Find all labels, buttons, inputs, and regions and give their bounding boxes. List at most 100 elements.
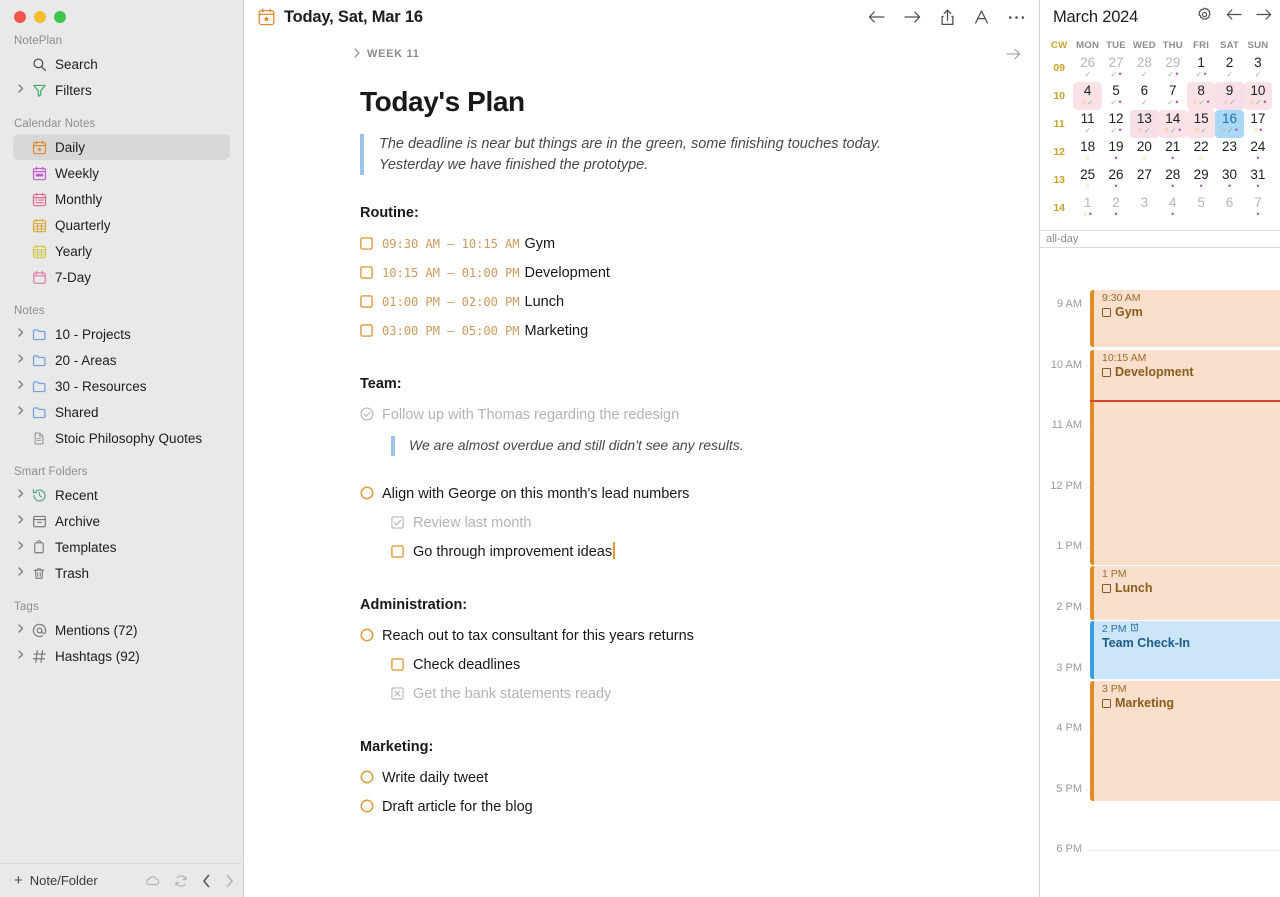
task-checkbox-open[interactable]: [360, 232, 373, 261]
calendar-day-cell[interactable]: 2✓: [1215, 54, 1243, 82]
calendar-day-cell[interactable]: 1✓•: [1187, 54, 1215, 82]
calendar-day[interactable]: 26✓: [1073, 54, 1101, 82]
task-marker[interactable]: [360, 290, 382, 319]
calendar-event[interactable]: 9:30 AMGym: [1090, 290, 1280, 347]
new-note-folder-button[interactable]: Note/Folder: [30, 873, 98, 888]
calendar-day[interactable]: 21•: [1159, 138, 1187, 166]
sidebar-item-20-areas[interactable]: 20 - Areas: [13, 347, 230, 373]
task-item[interactable]: Write daily tweet: [360, 764, 1039, 793]
calendar-day-cell[interactable]: 18○: [1073, 138, 1101, 166]
calendar-day-cell[interactable]: 28✓: [1130, 54, 1158, 82]
sidebar-item-recent[interactable]: Recent: [13, 482, 230, 508]
task-marker[interactable]: [360, 482, 382, 511]
event-checkbox[interactable]: [1102, 368, 1111, 377]
task-item[interactable]: 10:15 AM – 01:00 PMDevelopment: [360, 259, 1039, 288]
sidebar-item-10-projects[interactable]: 10 - Projects: [13, 321, 230, 347]
back-arrow-icon[interactable]: [868, 10, 885, 24]
note-body[interactable]: Today's Plan The deadline is near but th…: [244, 64, 1039, 852]
close-button[interactable]: [14, 11, 26, 23]
calendar-week-number[interactable]: 09: [1045, 54, 1073, 82]
calendar-day-cell[interactable]: 14○✓•: [1159, 110, 1187, 138]
calendar-day[interactable]: 9○✓: [1215, 82, 1243, 110]
calendar-day[interactable]: 28•: [1159, 166, 1187, 194]
mini-calendar[interactable]: CWMONTUEWEDTHUFRISATSUN 0926✓27✓•28✓29✓•…: [1040, 34, 1280, 222]
calendar-day-cell[interactable]: 24•: [1244, 138, 1272, 166]
task-marker[interactable]: [391, 682, 413, 711]
calendar-day-cell[interactable]: 3: [1130, 194, 1158, 222]
task-circle-checked[interactable]: [360, 403, 374, 432]
calendar-day-cell[interactable]: 29•: [1187, 166, 1215, 194]
task-item[interactable]: Draft article for the blog: [360, 793, 1039, 822]
calendar-week-number[interactable]: 10: [1045, 82, 1073, 110]
calendar-day-cell[interactable]: 28•: [1159, 166, 1187, 194]
chevron-right-icon[interactable]: [13, 380, 29, 392]
chevron-right-icon[interactable]: [13, 650, 29, 662]
event-checkbox[interactable]: [1102, 308, 1111, 317]
calendar-day-cell[interactable]: 29✓•: [1159, 54, 1187, 82]
calendar-day-cell[interactable]: 4•: [1159, 194, 1187, 222]
calendar-day[interactable]: 1✓•: [1187, 54, 1215, 82]
calendar-day[interactable]: 2•: [1102, 194, 1130, 222]
task-checkbox-open[interactable]: [360, 261, 373, 290]
add-icon[interactable]: +: [14, 872, 23, 889]
calendar-day[interactable]: 8○✓•: [1187, 82, 1215, 110]
calendar-day[interactable]: 13○✓: [1130, 110, 1158, 138]
calendar-day-cell[interactable]: 27: [1130, 166, 1158, 194]
calendar-day[interactable]: 2✓: [1215, 54, 1243, 82]
prev-month-icon[interactable]: [1226, 8, 1242, 26]
task-item[interactable]: Go through improvement ideas: [360, 538, 1039, 567]
event-checkbox[interactable]: [1102, 699, 1111, 708]
calendar-week-number[interactable]: 13: [1045, 166, 1073, 194]
sidebar-item-templates[interactable]: Templates: [13, 534, 230, 560]
calendar-day[interactable]: 6✓: [1130, 82, 1158, 110]
sidebar-item-30-resources[interactable]: 30 - Resources: [13, 373, 230, 399]
calendar-day-cell[interactable]: 15○✓: [1187, 110, 1215, 138]
calendar-day[interactable]: 31•: [1244, 166, 1272, 194]
sync-icon[interactable]: [174, 874, 188, 888]
calendar-day[interactable]: 27: [1130, 166, 1158, 194]
day-timeline[interactable]: 9 AM10 AM11 AM12 PM1 PM2 PM3 PM4 PM5 PM6…: [1040, 248, 1280, 897]
task-marker[interactable]: [391, 540, 413, 569]
calendar-day[interactable]: 7•: [1244, 194, 1272, 222]
task-circle-open[interactable]: [360, 795, 374, 824]
gear-icon[interactable]: [1197, 7, 1212, 27]
calendar-day-cell[interactable]: 5✓•: [1102, 82, 1130, 110]
window-controls[interactable]: [0, 0, 243, 23]
sidebar-item-hashtags-92[interactable]: Hashtags (92): [13, 643, 230, 669]
task-circle-open[interactable]: [360, 624, 374, 653]
calendar-week-number[interactable]: 14: [1045, 194, 1073, 222]
calendar-day[interactable]: 1○•: [1073, 194, 1101, 222]
next-month-icon[interactable]: [1256, 8, 1272, 26]
task-marker[interactable]: [360, 232, 382, 261]
calendar-day[interactable]: 15○✓: [1187, 110, 1215, 138]
task-marker[interactable]: [360, 319, 382, 348]
calendar-day[interactable]: 29•: [1187, 166, 1215, 194]
calendar-day[interactable]: 10○✓•: [1244, 82, 1272, 110]
task-marker[interactable]: [391, 653, 413, 682]
calendar-day[interactable]: 27✓•: [1102, 54, 1130, 82]
task-checkbox-open[interactable]: [360, 319, 373, 348]
calendar-day-cell[interactable]: 23: [1215, 138, 1243, 166]
task-marker[interactable]: [360, 403, 382, 432]
forward-arrow-icon[interactable]: [904, 10, 921, 24]
task-item[interactable]: 03:00 PM – 05:00 PMMarketing: [360, 317, 1039, 346]
task-checkbox-cancelled[interactable]: [391, 682, 404, 711]
zoom-button[interactable]: [54, 11, 66, 23]
task-item[interactable]: Get the bank statements ready: [360, 680, 1039, 709]
task-checkbox-open[interactable]: [391, 653, 404, 682]
calendar-event[interactable]: 2 PMTeam Check-In: [1090, 621, 1280, 679]
share-icon[interactable]: [940, 9, 955, 26]
calendar-event[interactable]: 1 PMLunch: [1090, 566, 1280, 620]
calendar-day-cell[interactable]: 1○•: [1073, 194, 1101, 222]
task-checkbox-open[interactable]: [391, 540, 404, 569]
calendar-day[interactable]: 28✓: [1130, 54, 1158, 82]
calendar-event[interactable]: 3 PMMarketing: [1090, 681, 1280, 801]
task-marker[interactable]: [360, 795, 382, 824]
calendar-day[interactable]: 20○: [1130, 138, 1158, 166]
chevron-right-icon[interactable]: [13, 624, 29, 636]
task-item[interactable]: Align with George on this month's lead n…: [360, 480, 1039, 509]
calendar-event[interactable]: 10:15 AMDevelopment: [1090, 350, 1280, 565]
task-marker[interactable]: [360, 261, 382, 290]
calendar-day[interactable]: 6: [1215, 194, 1243, 222]
all-day-row[interactable]: all-day: [1040, 230, 1280, 248]
